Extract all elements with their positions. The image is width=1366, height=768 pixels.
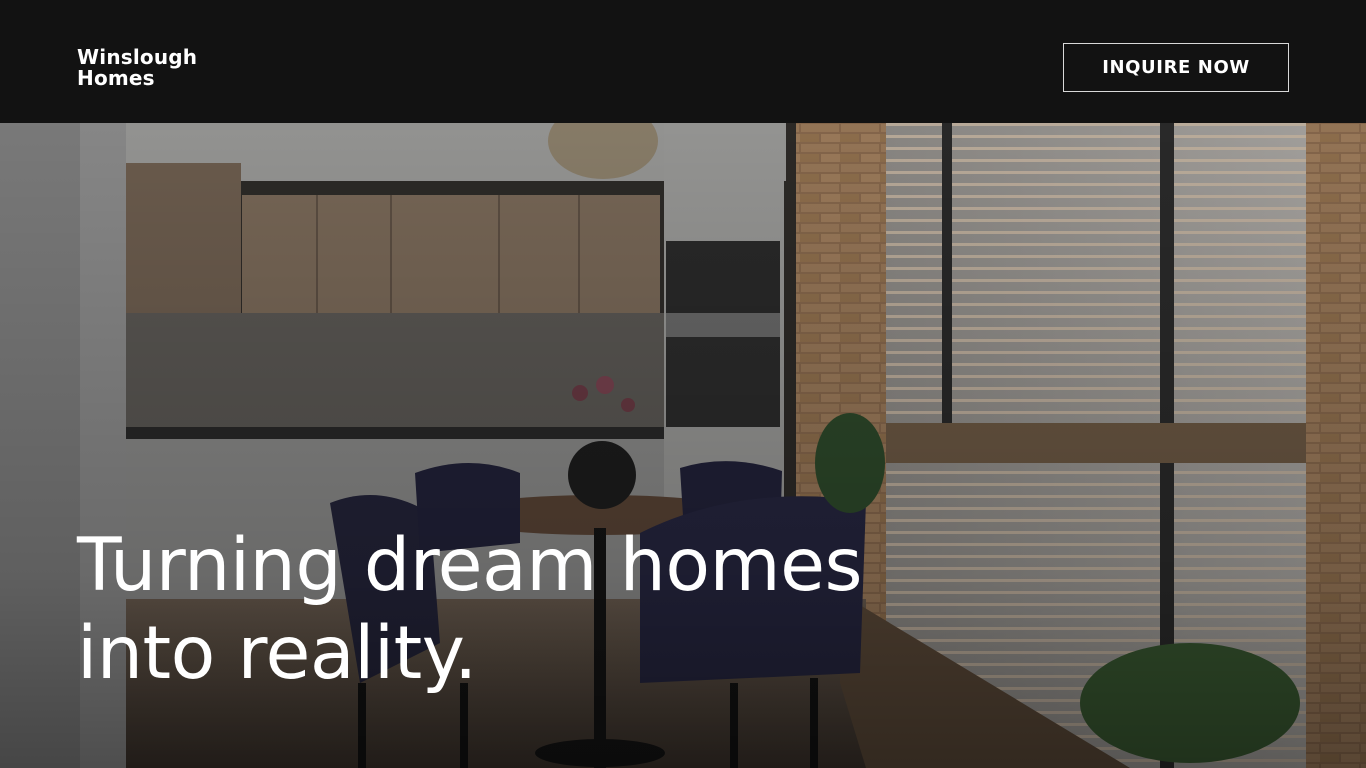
inquire-now-button[interactable]: INQUIRE NOW: [1063, 43, 1289, 92]
hero-headline: Turning dream homes into reality.: [77, 522, 863, 698]
brand-name-line1: Winslough: [77, 45, 198, 69]
headline-line2: into reality.: [77, 611, 477, 696]
hero-section: Turning dream homes into reality.: [0, 123, 1366, 768]
brand-logo[interactable]: Winslough Homes: [77, 47, 197, 89]
top-navigation-bar: Winslough Homes INQUIRE NOW: [0, 0, 1366, 123]
brand-name-line2: Homes: [77, 66, 155, 90]
headline-line1: Turning dream homes: [77, 523, 863, 608]
